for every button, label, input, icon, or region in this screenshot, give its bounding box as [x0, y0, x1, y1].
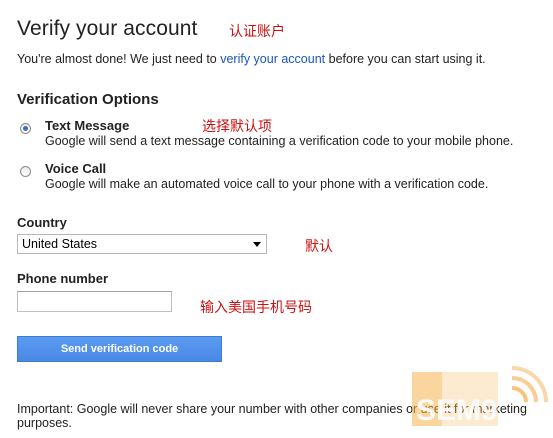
text-message-description: Google will send a text message containi… — [45, 134, 514, 148]
intro-prefix: You're almost done! We just need to — [17, 52, 221, 66]
dropdown-arrow-icon — [253, 242, 261, 247]
phone-annotation: 输入美国手机号码 — [200, 300, 312, 316]
voice-call-description: Google will make an automated voice call… — [45, 177, 489, 191]
options-annotation: 选择默认项 — [202, 119, 272, 135]
phone-number-input[interactable] — [17, 291, 172, 312]
verify-account-link[interactable]: verify your account — [220, 52, 325, 66]
phone-number-label: Phone number — [17, 271, 109, 286]
intro-text: You're almost done! We just need to veri… — [17, 52, 486, 66]
country-annotation: 默认 — [305, 239, 333, 255]
page-title: Verify your account — [17, 17, 198, 40]
verify-account-page: Verify your account 认证账户 You're almost d… — [0, 0, 553, 438]
intro-suffix: before you can start using it. — [325, 52, 486, 66]
text-message-radio[interactable] — [20, 123, 31, 134]
text-message-label: Text Message — [45, 118, 130, 133]
title-annotation: 认证账户 — [229, 24, 285, 40]
privacy-notice: Important: Google will never share your … — [17, 402, 527, 430]
verification-options-heading: Verification Options — [17, 91, 159, 108]
voice-call-radio[interactable] — [20, 166, 31, 177]
country-label: Country — [17, 215, 67, 230]
voice-call-label: Voice Call — [45, 161, 107, 176]
send-verification-code-button[interactable]: Send verification code — [17, 336, 222, 362]
country-select[interactable]: United States — [17, 234, 267, 254]
country-selected-value: United States — [22, 237, 98, 251]
